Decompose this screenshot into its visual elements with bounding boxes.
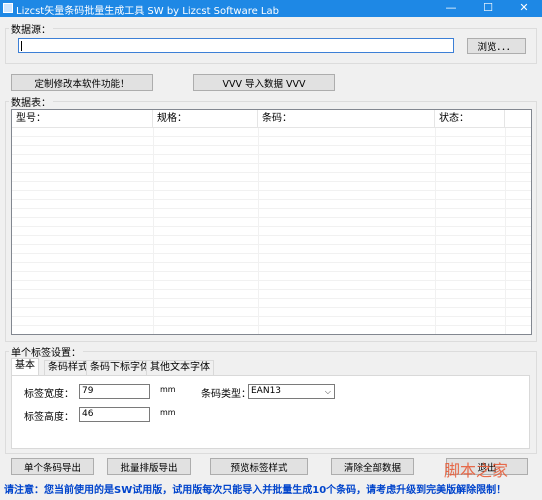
table-row	[12, 272, 531, 281]
title-bar: Lizcst矢量条码批量生成工具 SW by Lizcst Software L…	[0, 0, 542, 17]
clear-all-button[interactable]: 清除全部数据	[331, 458, 414, 475]
table-row	[12, 155, 531, 164]
source-group-label: 数据源：	[9, 21, 53, 36]
barcode-type-label: 条码类型：	[201, 389, 251, 400]
close-button[interactable]: ✕	[506, 0, 542, 17]
table-row	[12, 146, 531, 155]
table-row	[12, 236, 531, 245]
data-table[interactable]: 型号： 规格： 条码： 状态：	[11, 109, 532, 335]
table-row	[12, 290, 531, 299]
settings-group-label: 单个标签设置：	[9, 344, 83, 359]
browse-button[interactable]: 浏览．．．	[467, 38, 526, 54]
text-caret	[21, 41, 22, 51]
table-row	[12, 254, 531, 263]
tab-other-text-font[interactable]: 其他文本字体	[146, 360, 214, 375]
table-row	[12, 317, 531, 326]
barcode-type-select[interactable]: EAN13 ⌵	[248, 384, 335, 399]
column-header-status[interactable]: 状态：	[435, 110, 505, 128]
table-row	[12, 245, 531, 254]
label-height-unit: mm	[160, 408, 176, 417]
app-icon	[3, 3, 13, 13]
column-header-barcode[interactable]: 条码：	[258, 110, 435, 128]
table-row	[12, 281, 531, 290]
export-single-button[interactable]: 单个条码导出	[11, 458, 94, 475]
table-row	[12, 191, 531, 200]
maximize-button[interactable]: ☐	[470, 0, 506, 17]
table-row	[12, 200, 531, 209]
table-row	[12, 308, 531, 317]
site-watermark: 脚本之家	[444, 461, 509, 480]
window-title: Lizcst矢量条码批量生成工具 SW by Lizcst Software L…	[16, 6, 279, 17]
export-batch-button[interactable]: 批量排版导出	[107, 458, 191, 475]
minimize-button[interactable]: —	[433, 0, 469, 17]
source-path-input[interactable]	[18, 38, 454, 53]
table-row	[12, 209, 531, 218]
table-row	[12, 137, 531, 146]
table-row	[12, 173, 531, 182]
import-data-button[interactable]: VVV 导入数据 VVV	[193, 74, 335, 91]
tab-basic[interactable]: 基本	[11, 358, 39, 376]
column-header-model[interactable]: 型号：	[12, 110, 153, 128]
label-width-label: 标签宽度：	[24, 389, 74, 400]
preview-style-button[interactable]: 预览标签样式	[210, 458, 308, 475]
table-row	[12, 128, 531, 137]
trial-notice: 请注意：您当前使用的是SW试用版，试用版每次只能导入并批量生成10个条码，请考虑…	[4, 485, 507, 496]
tab-barcode-subscript-font[interactable]: 条码下标字体	[86, 360, 154, 375]
chevron-down-icon: ⌵	[324, 387, 331, 396]
customize-button[interactable]: 定制修改本软件功能！	[11, 74, 153, 91]
table-row	[12, 326, 531, 334]
tab-barcode-style[interactable]: 条码样式	[44, 360, 92, 375]
label-height-input[interactable]: 46	[79, 407, 150, 422]
table-row	[12, 299, 531, 308]
label-width-unit: mm	[160, 385, 176, 394]
table-row	[12, 263, 531, 272]
column-header-spec[interactable]: 规格：	[153, 110, 258, 128]
label-height-label: 标签高度：	[24, 412, 74, 423]
table-row	[12, 164, 531, 173]
table-header: 型号： 规格： 条码： 状态：	[12, 110, 531, 128]
label-width-input[interactable]: 79	[79, 384, 150, 399]
table-row	[12, 182, 531, 191]
table-row	[12, 227, 531, 236]
table-row	[12, 218, 531, 227]
barcode-type-value: EAN13	[251, 386, 282, 396]
data-table-group-label: 数据表：	[9, 94, 53, 109]
